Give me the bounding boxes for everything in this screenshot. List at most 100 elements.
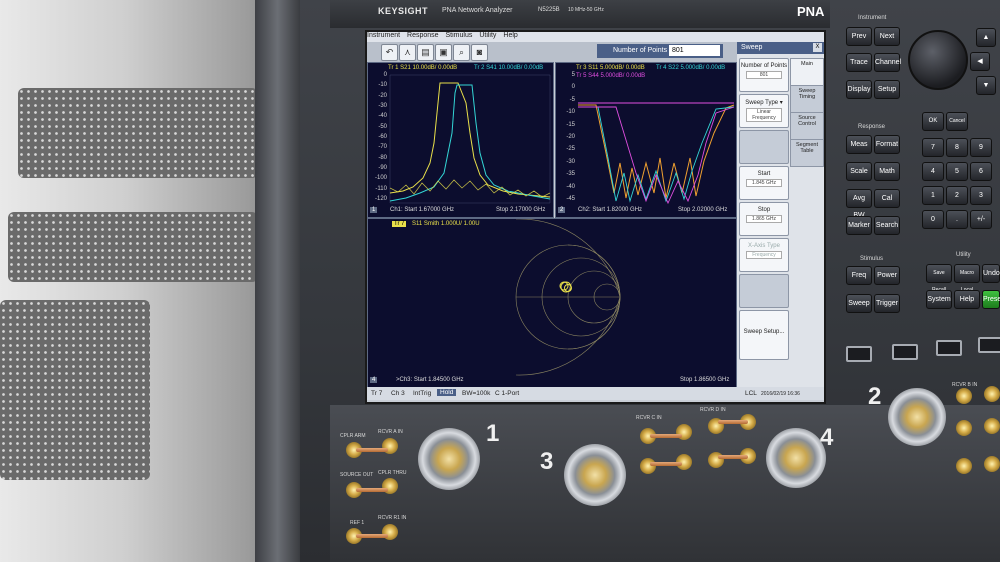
status-trace: Tr 7 — [371, 390, 383, 397]
close-icon[interactable]: X — [813, 43, 822, 52]
key-undo[interactable]: Undo — [982, 264, 1000, 283]
test-port-3-connector[interactable] — [564, 444, 626, 506]
key-system[interactable]: System — [926, 290, 952, 309]
key-prev[interactable]: Prev — [846, 27, 872, 46]
pna-badge: PNA — [797, 4, 825, 19]
menu-response[interactable]: Response — [407, 32, 439, 39]
key-channel[interactable]: Channel — [874, 53, 901, 72]
marker-icon[interactable]: ⋏ — [399, 44, 416, 61]
test-port-4-connector[interactable] — [766, 428, 826, 488]
key-freq[interactable]: Freq — [846, 266, 872, 285]
key-trigger[interactable]: Trigger — [874, 294, 900, 313]
test-port-1-connector[interactable] — [418, 428, 480, 490]
key-marker[interactable]: Marker — [846, 216, 872, 235]
number-of-points-label: Number of Points — [613, 47, 668, 54]
key-format[interactable]: Format — [874, 135, 900, 154]
start-button-label: Start — [757, 171, 771, 177]
trace-window-1[interactable]: Tr 1 S21 10.00dB/ 0.00dB Tr 2 S41 10.00d… — [367, 62, 554, 218]
arrow-left-key[interactable]: ◀ — [970, 52, 990, 71]
key-6[interactable]: 6 — [970, 162, 992, 181]
camera-icon[interactable]: ◙ — [471, 44, 488, 61]
key-decimal[interactable]: . — [946, 210, 968, 229]
key-math[interactable]: Math — [874, 162, 900, 181]
sweep-setup-button[interactable]: Sweep Setup... — [739, 310, 789, 360]
tab-segment-table[interactable]: Segment Table — [790, 139, 824, 167]
window3-stop: Stop 1.86500 GHz — [680, 377, 730, 383]
key-save-recall[interactable]: Save Recall — [926, 264, 952, 293]
sma-connector-20[interactable] — [984, 456, 1000, 472]
key-cancel[interactable]: Cancel — [946, 112, 968, 131]
key-preset[interactable]: Preset — [982, 290, 1000, 309]
key-3[interactable]: 3 — [970, 186, 992, 205]
key-trace[interactable]: Trace — [846, 53, 872, 72]
key-avg-bw[interactable]: Avg BW — [846, 189, 872, 219]
number-of-points-input[interactable]: 801 — [669, 45, 720, 56]
test-port-2-connector[interactable] — [888, 388, 946, 446]
key-setup[interactable]: Setup — [874, 80, 900, 99]
tab-source-control[interactable]: Source Control — [790, 112, 824, 140]
x-axis-type-button[interactable]: X-Axis Type Frequency — [739, 238, 789, 272]
menu-instrument[interactable]: Instrument — [367, 32, 400, 39]
menu-help[interactable]: Help — [503, 32, 517, 39]
key-help[interactable]: Help — [954, 290, 980, 309]
key-next[interactable]: Next — [874, 27, 900, 46]
arrow-up-key[interactable]: ▲ — [976, 28, 996, 47]
key-macro-local[interactable]: Macro Local — [954, 264, 980, 293]
start-button[interactable]: Start 1.845 GHz — [739, 166, 789, 200]
x-axis-type-button-label: X-Axis Type — [748, 243, 780, 249]
key-power[interactable]: Power — [874, 266, 900, 285]
arrow-down-key[interactable]: ▼ — [976, 76, 996, 95]
key-sweep[interactable]: Sweep — [846, 294, 872, 313]
blank-softkey-1 — [739, 130, 789, 164]
key-2[interactable]: 2 — [946, 186, 968, 205]
sweep-type-button[interactable]: Sweep Type ▾ Linear Frequency — [739, 94, 789, 128]
key-4[interactable]: 4 — [922, 162, 944, 181]
key-5[interactable]: 5 — [946, 162, 968, 181]
trace-table-icon[interactable]: ▤ — [417, 44, 434, 61]
key-7[interactable]: 7 — [922, 138, 944, 157]
trace-window-2[interactable]: Tr 3 S11 5.000dB/ 0.00dB Tr 4 S22 5.000d… — [555, 62, 737, 218]
key-display[interactable]: Display — [846, 80, 872, 99]
key-9[interactable]: 9 — [970, 138, 992, 157]
sma-connector-18[interactable] — [984, 418, 1000, 434]
undo-icon[interactable]: ↶ — [381, 44, 398, 61]
key-cal[interactable]: Cal — [874, 189, 900, 208]
window3-number: 4 — [370, 377, 378, 383]
section-response: Response — [858, 124, 886, 130]
status-channel: Ch 3 — [391, 390, 405, 397]
port-2-label: 2 — [868, 383, 882, 410]
window2-stop: Stop 2.02000 GHz — [678, 207, 728, 213]
rotary-knob[interactable] — [908, 30, 968, 90]
sma-connector-11[interactable] — [640, 458, 656, 474]
usb-port-1[interactable] — [846, 346, 872, 362]
key-ok[interactable]: OK — [922, 112, 944, 131]
key-meas[interactable]: Meas — [846, 135, 872, 154]
x-axis-type-button-value: Frequency — [746, 251, 782, 259]
key-scale[interactable]: Scale — [846, 162, 872, 181]
usb-port-2[interactable] — [892, 344, 918, 360]
key-0[interactable]: 0 — [922, 210, 944, 229]
vent-grille-top — [18, 88, 258, 178]
tab-main[interactable]: Main — [790, 58, 824, 86]
tab-sweep-timing[interactable]: Sweep Timing — [790, 85, 824, 113]
usb-port-4[interactable] — [978, 337, 1000, 353]
menu-stimulus[interactable]: Stimulus — [446, 32, 473, 39]
menu-utility[interactable]: Utility — [479, 32, 496, 39]
trace-window-smith[interactable]: Tr 7 S11 Smith 1.000U/ 1.00U 4 >Ch3: Sta… — [367, 218, 737, 388]
vent-grille-middle — [8, 212, 258, 282]
label-source-out-1: SOURCE OUT — [340, 472, 374, 478]
zoom-icon[interactable]: ⌕ — [453, 44, 470, 61]
usb-port-3[interactable] — [936, 340, 962, 356]
key-1[interactable]: 1 — [922, 186, 944, 205]
stop-button[interactable]: Stop 1.865 GHz — [739, 202, 789, 236]
sma-connector-16[interactable] — [984, 386, 1000, 402]
save-icon[interactable]: ▣ — [435, 44, 452, 61]
key-8[interactable]: 8 — [946, 138, 968, 157]
sma-connector-15[interactable] — [956, 388, 972, 404]
key-plus-minus[interactable]: +/- — [970, 210, 992, 229]
number-of-points-button[interactable]: Number of Points 801 — [739, 58, 789, 92]
key-search[interactable]: Search — [874, 216, 900, 235]
sma-connector-17[interactable] — [956, 420, 972, 436]
sma-connector-19[interactable] — [956, 458, 972, 474]
sweep-panel-title: Sweep — [741, 44, 763, 51]
